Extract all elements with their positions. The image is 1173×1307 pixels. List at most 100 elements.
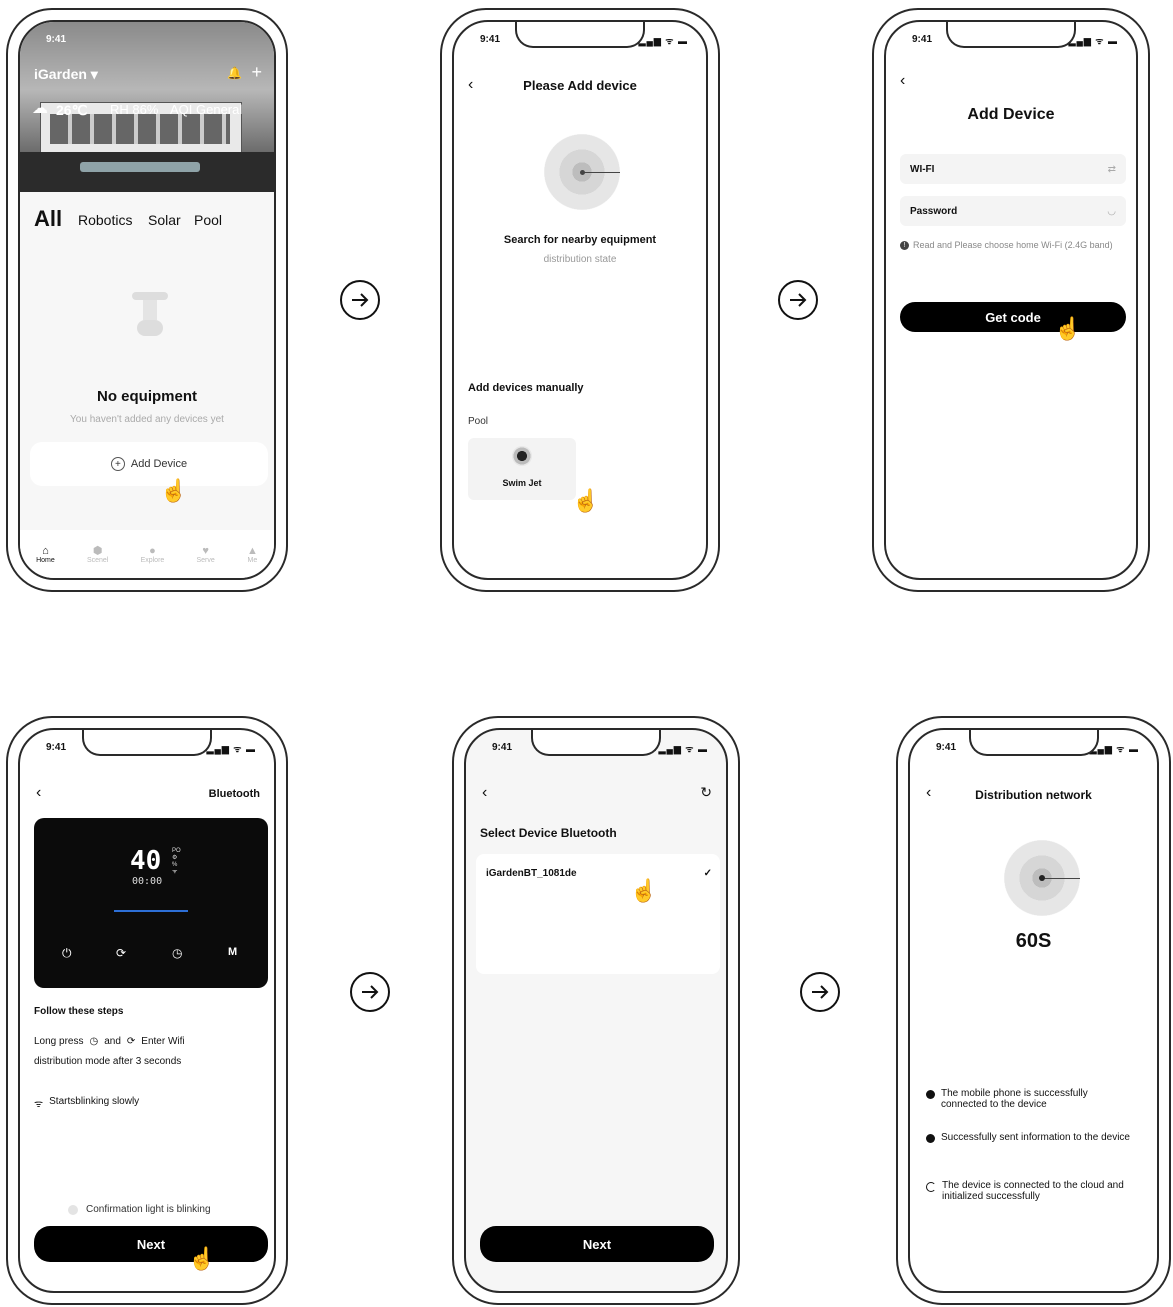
password-label: Password xyxy=(910,205,958,217)
search-text: Search for nearby equipment xyxy=(503,234,657,246)
heart-icon: ♥ xyxy=(202,544,209,557)
weather-temp: 26℃ xyxy=(56,102,88,118)
eye-closed-icon[interactable]: ◡ xyxy=(1107,206,1116,217)
cloud-icon: ☁ xyxy=(32,100,48,117)
cycle-small-icon: ⟳ xyxy=(126,1036,136,1047)
arrow-right-icon xyxy=(350,972,390,1012)
user-icon: ▲ xyxy=(246,544,258,557)
page-title: Select Device Bluetooth xyxy=(480,826,617,840)
display-unit: PO ⚙% ᯤ xyxy=(172,848,181,875)
hand-pointer-icon: ☝ xyxy=(572,488,600,513)
page-title: Bluetooth xyxy=(208,788,260,800)
tab-robotics[interactable]: Robotics xyxy=(78,212,132,228)
back-chevron-icon[interactable]: ‹ xyxy=(36,784,41,802)
hand-pointer-icon: ☝ xyxy=(160,478,188,503)
radar-scan-icon xyxy=(544,134,620,210)
phone-home: 9:41 iGarden ▾ 🔔 + ☁ 26℃ RH 86% AQI Gene… xyxy=(6,8,288,592)
mode-icon: M xyxy=(228,946,238,958)
steps-title: Follow these steps xyxy=(34,1006,124,1017)
page-title: Please Add device xyxy=(523,78,637,93)
search-subtext: distribution state xyxy=(543,254,617,265)
phone-please-add-device: 9:41 ▂▄▆ ᯤ ▬ ‹ Please Add device Search … xyxy=(440,8,720,592)
status-icons: ▂▄▆ ᯤ ▬ xyxy=(1068,36,1118,46)
wifi-icon: ᯤ xyxy=(34,1099,44,1110)
step-item: The device is connected to the cloud and… xyxy=(926,1180,1136,1202)
hand-pointer-icon: ☝ xyxy=(630,878,658,903)
notch xyxy=(968,730,1099,756)
nav-scene[interactable]: ⬢ Scenel xyxy=(87,544,108,564)
empty-title: No equipment xyxy=(97,388,197,405)
home-icon: ⌂ xyxy=(42,544,49,557)
status-time: 9:41 xyxy=(492,742,513,753)
next-button[interactable]: Next xyxy=(480,1226,714,1262)
nav-serve[interactable]: ♥ Serve xyxy=(196,545,214,564)
phone-bluetooth: 9:41 ▂▄▆ ᯤ ▬ ‹ Bluetooth 40 PO ⚙% ᯤ 00:00 … xyxy=(6,716,288,1305)
add-device-label: Add Device xyxy=(130,458,188,470)
notch xyxy=(515,22,645,48)
notch xyxy=(531,730,661,756)
add-device-button[interactable]: + Add Device xyxy=(30,442,268,486)
page-title: Add Device xyxy=(967,106,1055,123)
progress-line xyxy=(114,910,188,912)
phone-distribution-network: 9:41 ▂▄▆ ᯤ ▬ ‹ Distribution network 60S … xyxy=(896,716,1171,1305)
next-button[interactable]: Next xyxy=(34,1226,268,1262)
status-time: 9:41 xyxy=(912,34,933,45)
check-icon: ✓ xyxy=(703,868,712,879)
timer-icon: ◷ xyxy=(172,946,183,960)
confirm-checkbox[interactable]: Confirmation light is blinking xyxy=(68,1204,211,1215)
manual-title: Add devices manually xyxy=(468,382,584,394)
weather-humidity: RH 86% xyxy=(110,102,159,117)
radar-scan-icon xyxy=(1004,840,1080,916)
bell-icon[interactable]: 🔔 xyxy=(227,66,242,80)
refresh-icon[interactable]: ↻ xyxy=(700,784,712,801)
wifi-hint: ! Read and Please choose home Wi-Fi (2.4… xyxy=(900,238,1126,252)
notch xyxy=(82,730,212,756)
nav-me[interactable]: ▲ Me xyxy=(247,545,258,564)
nav-home[interactable]: ⌂ Home xyxy=(36,545,55,564)
status-icons: ▂▄▆ ᯤ ▬ xyxy=(638,36,688,46)
back-chevron-icon[interactable]: ‹ xyxy=(482,784,487,802)
display-value: 40 xyxy=(130,846,162,876)
info-icon: ! xyxy=(900,241,909,250)
status-time: 9:41 xyxy=(936,742,957,753)
status-icons: ▂▄▆ ᯤ ▬ xyxy=(658,744,708,754)
step-item: Successfully sent information to the dev… xyxy=(926,1132,1136,1143)
radio-circle-icon xyxy=(68,1204,78,1215)
empty-device-icon xyxy=(130,292,170,342)
notch xyxy=(946,22,1076,48)
arrow-right-icon xyxy=(800,972,840,1012)
check-filled-icon xyxy=(926,1090,935,1099)
check-filled-icon xyxy=(926,1134,935,1143)
empty-subtitle: You haven't added any devices yet xyxy=(70,414,224,425)
plus-icon[interactable]: + xyxy=(251,62,262,83)
app-name-dropdown[interactable]: iGarden ▾ xyxy=(34,66,98,83)
device-name: iGardenBT_1081de xyxy=(486,868,577,879)
swim-jet-card[interactable]: Swim Jet xyxy=(468,438,576,500)
password-field[interactable]: Password ◡ xyxy=(900,196,1126,226)
get-code-button[interactable]: Get code xyxy=(900,302,1126,332)
weather-aqi: AQI General xyxy=(170,102,243,117)
status-icons: ▂▄▆ ᯤ ▬ xyxy=(206,744,256,754)
bottom-nav: ⌂ Home ⬢ Scenel ● Explore ♥ Serve ▲ Me xyxy=(20,530,274,578)
switch-icon[interactable]: ⇄ xyxy=(1108,164,1116,175)
scene-icon: ⬢ xyxy=(92,545,103,557)
steps-line-2: distribution mode after 3 seconds xyxy=(34,1056,182,1067)
tab-all[interactable]: All xyxy=(34,206,62,232)
display-time: 00:00 xyxy=(132,876,163,887)
hand-pointer-icon: ☝ xyxy=(188,1246,216,1271)
tab-pool[interactable]: Pool xyxy=(194,212,222,228)
device-display-panel: 40 PO ⚙% ᯤ 00:00 ⏻ ⟳ ◷ M xyxy=(34,818,268,988)
phone-select-bluetooth: 9:41 ▂▄▆ ᯤ ▬ ‹ ↻ Select Device Bluetooth… xyxy=(452,716,740,1305)
nav-explore[interactable]: ● Explore xyxy=(141,545,165,564)
wifi-field[interactable]: WI-FI ⇄ xyxy=(900,154,1126,184)
phone-add-device: 9:41 ▂▄▆ ᯤ ▬ ‹ Add Device WI-FI ⇄ Passwo… xyxy=(872,8,1150,592)
status-time: 9:41 xyxy=(480,34,501,45)
hand-pointer-icon: ☝ xyxy=(1054,316,1082,341)
back-chevron-icon[interactable]: ‹ xyxy=(900,72,905,90)
device-list-item[interactable]: iGardenBT_1081de ✓ xyxy=(486,868,712,879)
cycle-icon: ⟳ xyxy=(116,946,127,960)
timer-small-icon: ◷ xyxy=(89,1036,99,1047)
loading-spinner-icon xyxy=(926,1182,936,1192)
status-time: 9:41 xyxy=(46,742,67,753)
tab-solar[interactable]: Solar xyxy=(148,212,181,228)
